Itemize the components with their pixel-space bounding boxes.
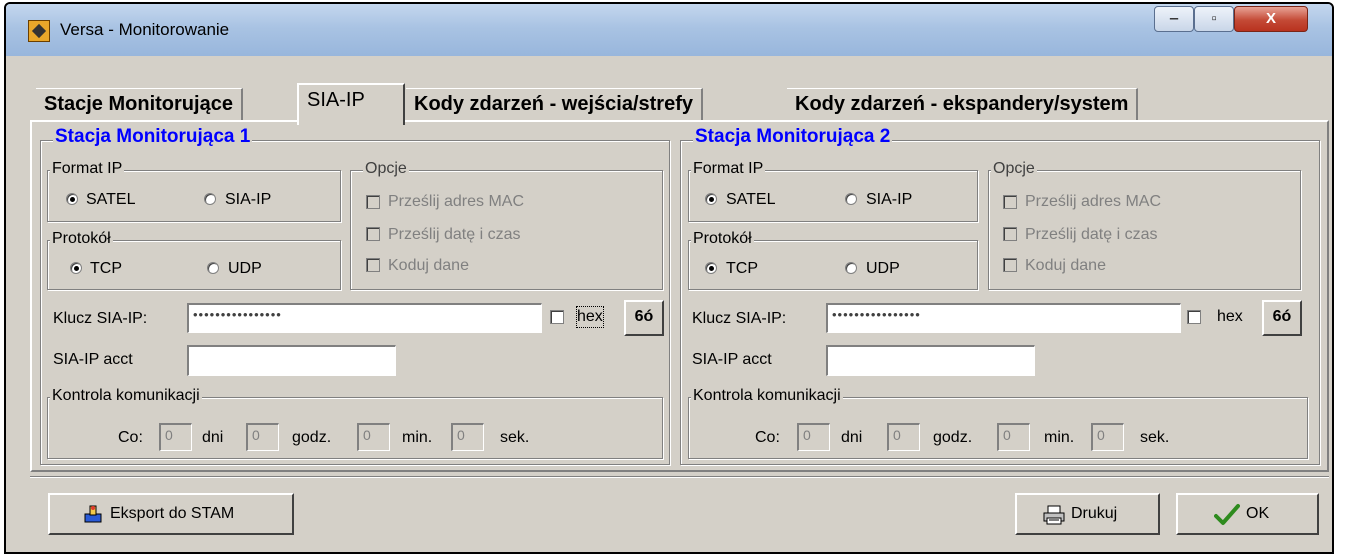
station-1-format-siaip-radio[interactable]	[204, 193, 216, 205]
station-1-option-mac-label[interactable]: Prześlij adres MAC	[388, 192, 524, 212]
station-1-reveal-key-button[interactable]: 6ó	[624, 300, 664, 336]
station-1-co-label: Co:	[118, 429, 143, 446]
printer-icon	[1043, 505, 1065, 525]
station-1-format-siaip-label[interactable]: SIA-IP	[225, 190, 271, 210]
station-2-key-label: Klucz SIA-IP:	[692, 310, 787, 327]
station-1-protocol-udp-label[interactable]: UDP	[228, 259, 262, 279]
station-2-key-input[interactable]: ••••••••••••••••	[826, 303, 1181, 333]
station-2-seconds-label: sek.	[1140, 429, 1170, 446]
station-1-option-encode-checkbox[interactable]	[366, 258, 380, 272]
footer-divider	[30, 476, 1329, 478]
ok-button[interactable]: OK	[1176, 493, 1319, 535]
station-1-title: Stacja Monitorująca 1	[53, 125, 253, 149]
station-1-seconds-label: sek.	[500, 429, 530, 446]
station-2-hours-input[interactable]: 0	[887, 423, 920, 451]
tab-kody-ekspandery-system[interactable]: Kody zdarzeń - ekspandery/system	[787, 88, 1139, 122]
station-2-option-encode-checkbox[interactable]	[1003, 258, 1017, 272]
station-2-format-legend: Format IP	[691, 159, 766, 179]
station-2-reveal-key-button[interactable]: 6ó	[1262, 300, 1302, 336]
station-1-comm-legend: Kontrola komunikacji	[50, 386, 202, 406]
export-stam-button[interactable]: Eksport do STAM	[48, 493, 294, 535]
station-2-hex-checkbox[interactable]	[1187, 310, 1201, 324]
station-2-option-date-label[interactable]: Prześlij datę i czas	[1025, 225, 1158, 245]
export-icon	[84, 504, 102, 524]
station-1-format-satel-label[interactable]: SATEL	[86, 190, 136, 210]
station-1-format-legend: Format IP	[50, 159, 125, 179]
station-2-acct-input[interactable]	[826, 345, 1035, 376]
station-2-hex-label[interactable]: hex	[1217, 307, 1243, 327]
station-1-option-encode-label[interactable]: Koduj dane	[388, 256, 469, 276]
station-2-format-siaip-label[interactable]: SIA-IP	[866, 190, 912, 210]
station-1-hex-checkbox[interactable]	[550, 310, 564, 324]
station-1-key-label: Klucz SIA-IP:	[53, 310, 148, 327]
station-1-minutes-input[interactable]: 0	[357, 423, 390, 451]
ok-label: OK	[1246, 505, 1270, 522]
station-1-minutes-label: min.	[402, 429, 433, 446]
minimize-button[interactable]: ‒	[1154, 6, 1194, 32]
print-button[interactable]: Drukuj	[1015, 493, 1160, 535]
station-2-hours-label: godz.	[933, 429, 973, 446]
station-1-option-mac-checkbox[interactable]	[366, 195, 380, 209]
station-2-format-satel-label[interactable]: SATEL	[726, 190, 776, 210]
export-stam-label: Eksport do STAM	[110, 505, 235, 522]
tab-stacje-monitorujace[interactable]: Stacje Monitorujące	[36, 88, 243, 122]
station-2-protocol-tcp-radio[interactable]	[705, 262, 717, 274]
station-1-hex-label[interactable]: hex	[576, 306, 604, 328]
station-1-format-satel-radio[interactable]	[66, 193, 78, 205]
station-2-days-label: dni	[841, 429, 863, 446]
station-2-option-encode-label[interactable]: Koduj dane	[1025, 256, 1106, 276]
tab-sia-ip[interactable]: SIA-IP	[297, 83, 405, 125]
tab-kody-wejscia-strefy[interactable]: Kody zdarzeń - wejścia/strefy	[406, 88, 703, 122]
station-1-protocol-legend: Protokół	[50, 229, 113, 249]
station-2-option-mac-label[interactable]: Prześlij adres MAC	[1025, 192, 1161, 212]
satel-app-icon	[28, 20, 50, 42]
station-2-protocol-legend: Protokół	[691, 229, 754, 249]
station-2-protocol-udp-radio[interactable]	[845, 262, 857, 274]
station-2-title: Stacja Monitorująca 2	[693, 125, 893, 149]
station-1-option-date-checkbox[interactable]	[366, 227, 380, 241]
station-2-option-date-checkbox[interactable]	[1003, 227, 1017, 241]
station-2-seconds-input[interactable]: 0	[1091, 423, 1124, 451]
station-1-option-date-label[interactable]: Prześlij datę i czas	[388, 225, 521, 245]
station-1-key-input[interactable]: ••••••••••••••••	[187, 303, 542, 333]
station-1-acct-input[interactable]	[187, 345, 396, 376]
station-2-comm-legend: Kontrola komunikacji	[691, 386, 843, 406]
station-2-protocol-udp-label[interactable]: UDP	[866, 259, 900, 279]
station-2-option-mac-checkbox[interactable]	[1003, 195, 1017, 209]
station-1-protocol-udp-radio[interactable]	[207, 262, 219, 274]
window-title: Versa - Monitorowanie	[60, 20, 230, 39]
station-1-acct-label: SIA-IP acct	[53, 351, 133, 368]
print-label: Drukuj	[1071, 505, 1118, 522]
station-2-format-satel-radio[interactable]	[705, 193, 717, 205]
station-1-days-input[interactable]: 0	[159, 423, 192, 451]
station-2-protocol-tcp-label[interactable]: TCP	[726, 259, 758, 279]
station-2-options-legend: Opcje	[991, 159, 1037, 179]
station-2-minutes-label: min.	[1044, 429, 1075, 446]
title-bar[interactable]: Versa - Monitorowanie ‒ ▫ X	[6, 4, 1332, 56]
station-1-hours-input[interactable]: 0	[246, 423, 279, 451]
station-1-protocol-tcp-radio[interactable]	[70, 262, 82, 274]
station-2-acct-label: SIA-IP acct	[692, 351, 772, 368]
close-button[interactable]: X	[1234, 6, 1308, 32]
station-2-minutes-input[interactable]: 0	[997, 423, 1030, 451]
station-2-format-siaip-radio[interactable]	[845, 193, 857, 205]
maximize-button[interactable]: ▫	[1194, 6, 1234, 32]
station-1-hours-label: godz.	[292, 429, 332, 446]
station-1-options-legend: Opcje	[363, 159, 409, 179]
station-1-seconds-input[interactable]: 0	[451, 423, 484, 451]
station-1-days-label: dni	[202, 429, 224, 446]
station-2-days-input[interactable]: 0	[797, 423, 830, 451]
checkmark-icon	[1214, 503, 1240, 527]
station-2-co-label: Co:	[755, 429, 780, 446]
station-1-protocol-tcp-label[interactable]: TCP	[90, 259, 122, 279]
